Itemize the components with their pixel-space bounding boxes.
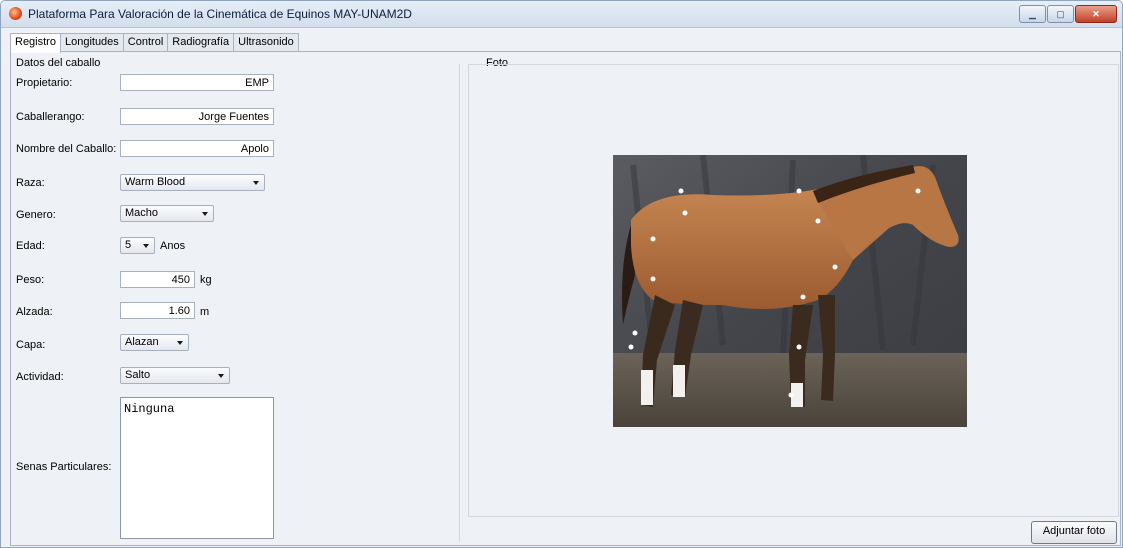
alzada-input[interactable]: 1.60 <box>120 302 195 319</box>
application-window: Plataforma Para Valoración de la Cinemát… <box>0 0 1123 548</box>
chevron-down-icon <box>218 374 224 378</box>
edad-value: 5 <box>125 239 132 251</box>
chevron-down-icon <box>202 212 208 216</box>
senas-textarea[interactable]: Ninguna <box>120 397 274 539</box>
tab-radiografia[interactable]: Radiografía <box>167 33 235 52</box>
maximize-icon: ▢ <box>1056 8 1065 19</box>
close-icon: ✕ <box>1092 8 1100 19</box>
capa-label: Capa: <box>16 339 46 351</box>
alzada-label: Alzada: <box>16 306 53 318</box>
actividad-select[interactable]: Salto <box>120 367 230 384</box>
tab-registro[interactable]: Registro <box>10 33 61 53</box>
raza-value: Warm Blood <box>125 176 186 188</box>
title-bar[interactable]: Plataforma Para Valoración de la Cinemát… <box>1 1 1122 28</box>
window-title: Plataforma Para Valoración de la Cinemát… <box>28 7 412 21</box>
chevron-down-icon <box>253 181 259 185</box>
maximize-button[interactable]: ▢ <box>1047 5 1074 23</box>
edad-label: Edad: <box>16 240 45 252</box>
capa-select[interactable]: Alazan <box>120 334 189 351</box>
horse-image <box>613 155 967 427</box>
caballerango-label: Caballerango: <box>16 111 85 123</box>
window-controls: ▁ ▢ ✕ <box>1019 5 1117 23</box>
chevron-down-icon <box>177 341 183 345</box>
actividad-label: Actividad: <box>16 371 64 383</box>
caballerango-input[interactable]: Jorge Fuentes <box>120 108 274 125</box>
raza-label: Raza: <box>16 177 45 189</box>
adjuntar-foto-button[interactable]: Adjuntar foto <box>1031 521 1117 544</box>
nombre-input[interactable]: Apolo <box>120 140 274 157</box>
minimize-icon: ▁ <box>1029 8 1036 19</box>
edad-unit: Anos <box>160 240 186 252</box>
propietario-input[interactable]: EMP <box>120 74 274 91</box>
peso-input[interactable]: 450 <box>120 271 195 288</box>
horse-photo <box>613 155 967 427</box>
raza-select[interactable]: Warm Blood <box>120 174 265 191</box>
capa-value: Alazan <box>125 336 159 348</box>
app-icon <box>9 7 22 20</box>
minimize-button[interactable]: ▁ <box>1019 5 1046 23</box>
alzada-unit: m <box>200 306 210 318</box>
tab-longitudes[interactable]: Longitudes <box>59 33 124 52</box>
genero-select[interactable]: Macho <box>120 205 214 222</box>
peso-unit: kg <box>200 274 212 286</box>
close-button[interactable]: ✕ <box>1075 5 1117 23</box>
tab-control[interactable]: Control <box>122 33 169 52</box>
chevron-down-icon <box>143 244 149 248</box>
senas-label: Senas Particulares: <box>16 461 112 473</box>
genero-value: Macho <box>125 207 159 219</box>
peso-label: Peso: <box>16 274 45 286</box>
genero-label: Genero: <box>16 209 56 221</box>
propietario-label: Propietario: <box>16 77 73 89</box>
nombre-label: Nombre del Caballo: <box>16 143 117 155</box>
actividad-value: Salto <box>125 369 151 381</box>
tab-ultrasonido[interactable]: Ultrasonido <box>233 33 299 52</box>
edad-select[interactable]: 5 <box>120 237 155 254</box>
tab-bar: Registro Longitudes Control Radiografía … <box>10 33 299 53</box>
